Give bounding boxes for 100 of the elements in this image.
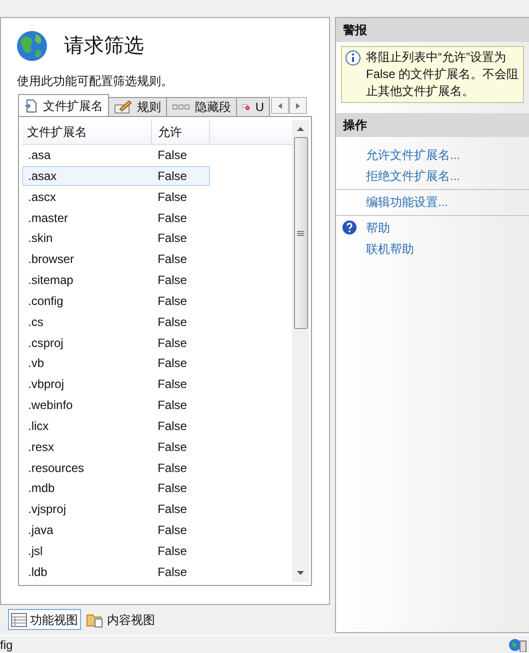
table-cell-text: False [156, 460, 188, 477]
table-cell-text: .config [27, 292, 64, 310]
pencil-icon [114, 100, 132, 114]
tab[interactable]: 规则 [108, 97, 167, 116]
action-link[interactable]: 拒绝文件扩展名... [366, 166, 460, 187]
table-cell-text: .resx [27, 438, 56, 456]
table-cell-text: .master [27, 210, 70, 227]
table-cell-text: .asax [27, 168, 58, 185]
table-cell-text: False [156, 355, 188, 372]
table-row[interactable]: .browser False [22, 248, 210, 270]
table-row[interactable]: .sitemap False [22, 270, 210, 291]
table-cell-text: False [156, 272, 188, 290]
action-link[interactable]: 联机帮助 [366, 239, 414, 260]
grip-icon [297, 230, 304, 236]
tab[interactable]: U [236, 97, 270, 116]
table-cell-text: .ldb [27, 564, 48, 581]
table-cell-text: False [156, 292, 188, 310]
network-icon [509, 638, 527, 652]
help-icon [342, 220, 357, 235]
table-cell-text: .java [27, 522, 54, 540]
table-cell-text: .licx [27, 418, 50, 435]
table-cell-text: .vb [27, 355, 46, 372]
view-tab[interactable]: 内容视图 [83, 609, 158, 630]
alerts-header: 警报 [336, 18, 529, 42]
table-cell-text: False [156, 230, 188, 248]
table-cell-text: .jsl [27, 542, 44, 560]
table-row[interactable]: .webinfo False [22, 394, 210, 416]
table-cell-text: .ascx [27, 188, 58, 206]
table-cell-text: False [156, 376, 188, 394]
action-link[interactable]: 帮助 [366, 218, 414, 239]
actions-header: 操作 [336, 113, 529, 137]
table-cell-text: False [156, 542, 188, 560]
page-title: 请求筛选 [64, 34, 144, 59]
table-cell-text: .resources [27, 460, 86, 477]
table-row[interactable]: .cs False [22, 311, 210, 332]
table-row[interactable]: .resources False [22, 457, 210, 478]
table-row[interactable]: .licx False [22, 416, 210, 436]
table-cell-text: .vjsproj [27, 501, 68, 518]
scroll-right-button[interactable] [289, 97, 307, 114]
table-cell-text: .skin [27, 230, 54, 248]
table-cell-text: False [156, 210, 188, 227]
table-cell-text: False [156, 314, 188, 331]
table-row[interactable]: .asax False [22, 166, 210, 186]
table-row[interactable]: .ldb False [22, 561, 210, 582]
table-row[interactable]: .asa False [22, 144, 210, 166]
table-row[interactable]: .vbproj False [22, 374, 210, 395]
table-row[interactable]: .config False [22, 290, 210, 312]
scrollbar[interactable] [292, 120, 309, 582]
segments-icon [172, 102, 190, 112]
table-cell-text: False [156, 251, 188, 268]
table-cell-text: False [156, 418, 188, 435]
document-icon [24, 98, 38, 112]
down-arrow-icon [297, 571, 304, 575]
folder-icon [86, 612, 104, 628]
table-row[interactable]: .master False [22, 207, 210, 228]
left-arrow-icon [278, 102, 282, 108]
view-tab[interactable]: 功能视图 [8, 609, 81, 630]
table-row[interactable]: .vb False [22, 353, 210, 374]
table-cell-text: False [156, 334, 188, 352]
table-row[interactable]: .java False [22, 520, 210, 540]
alert-message: 将阻止列表中“允许”设置为 False 的文件扩展名。不会阻止其他文件扩展名。 [366, 49, 520, 100]
info-icon [345, 50, 361, 66]
tab[interactable]: 隐藏段 [166, 97, 237, 116]
table-row[interactable]: .csproj False [22, 332, 210, 354]
table-cell-text: .mdb [27, 480, 56, 498]
table-cell-text: False [156, 147, 188, 164]
table-cell-text: .webinfo [27, 397, 74, 414]
table-cell-text: .asa [27, 147, 52, 164]
globe-icon [16, 30, 48, 62]
action-link[interactable]: 编辑功能设置... [366, 192, 448, 213]
table-cell-text: False [156, 438, 188, 456]
right-arrow-icon [296, 102, 300, 108]
table-cell-text: False [156, 168, 188, 185]
scroll-left-button[interactable] [271, 97, 289, 114]
table-cell-text: .csproj [27, 334, 64, 352]
status-text: fig [0, 636, 13, 653]
table-row[interactable]: .ascx False [22, 186, 210, 208]
table-cell-text: False [156, 188, 188, 206]
up-arrow-icon [297, 127, 304, 131]
page-description: 使用此功能可配置筛选规则。 [17, 73, 174, 90]
table-cell-text: False [156, 501, 188, 518]
table-cell-text: .browser [27, 251, 76, 268]
table-cell-text: False [156, 564, 188, 581]
table-row[interactable]: .vjsproj False [22, 498, 210, 520]
action-link[interactable]: 允许文件扩展名... [366, 145, 460, 166]
table-cell-text: False [156, 397, 188, 414]
table-row[interactable]: .mdb False [22, 478, 210, 499]
column-header[interactable]: 允许 [152, 120, 210, 144]
column-header[interactable]: 文件扩展名 [22, 120, 152, 144]
table-cell-text: False [156, 480, 188, 498]
table-row[interactable]: .jsl False [22, 540, 210, 562]
table-cell-text: .sitemap [27, 272, 74, 290]
table-row[interactable]: .skin False [22, 228, 210, 249]
table-cell-text: .vbproj [27, 376, 66, 394]
scrollbar-thumb[interactable] [294, 137, 308, 329]
table-row[interactable]: .resx False [22, 436, 210, 458]
table-cell-text: .cs [27, 314, 44, 331]
grid-icon [11, 612, 27, 626]
tab[interactable]: 文件扩展名 [18, 94, 109, 116]
table-cell-text: False [156, 522, 188, 540]
